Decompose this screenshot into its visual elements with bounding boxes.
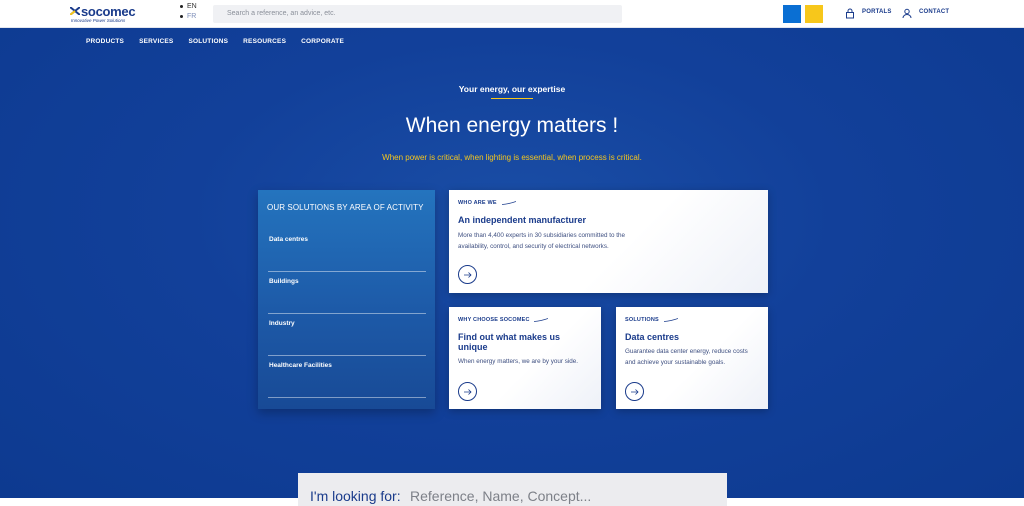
- top-header: socomec Innovative Power Solutions EN FR…: [0, 0, 1024, 28]
- solution-item-label: Healthcare Facilities: [269, 362, 332, 369]
- hero-headline: When energy matters !: [405, 114, 619, 137]
- hero-subline: When power is critical, when lighting is…: [382, 153, 642, 162]
- kicker-underline: [491, 98, 533, 99]
- card-kicker: SOLUTIONS: [625, 317, 678, 323]
- looking-for-label: I'm looking for:: [310, 488, 401, 504]
- nav-solutions[interactable]: SOLUTIONS: [188, 38, 228, 45]
- solutions-panel-title: OUR SOLUTIONS BY AREA OF ACTIVITY: [267, 203, 424, 212]
- solution-item-label: Buildings: [269, 278, 299, 285]
- search-input[interactable]: Search a reference, an advice, etc.: [227, 10, 336, 17]
- search-box[interactable]: Search a reference, an advice, etc.: [213, 5, 622, 23]
- card-title-line: Find out what makes us: [458, 332, 561, 342]
- solution-item-data-centres[interactable]: Data centres: [268, 230, 426, 272]
- lang-fr[interactable]: FR: [180, 12, 197, 22]
- swoosh-icon: [534, 317, 549, 322]
- nav-products[interactable]: PRODUCTS: [86, 38, 124, 45]
- card-description-line: and achieve your sustainable goals.: [625, 359, 726, 366]
- solutions-panel: OUR SOLUTIONS BY AREA OF ACTIVITY Data c…: [258, 190, 435, 409]
- card-title: Find out what makes us unique: [458, 332, 560, 352]
- hero-kicker: Your energy, our expertise: [458, 84, 566, 94]
- arrow-right-button[interactable]: [458, 265, 477, 284]
- card-title: Data centres: [625, 332, 680, 342]
- card-description-line: More than 4,400 experts in 30 subsidiari…: [458, 232, 625, 239]
- card-solutions-data-centres[interactable]: SOLUTIONS Data centres Guarantee data ce…: [616, 307, 768, 409]
- card-who-are-we[interactable]: WHO ARE WE An independent manufacturer M…: [449, 190, 768, 293]
- nav-services[interactable]: SERVICES: [139, 38, 173, 45]
- user-icon: [902, 8, 912, 19]
- card-kicker: WHY CHOOSE SOCOMEC: [458, 317, 549, 323]
- hero-section: PRODUCTS SERVICES SOLUTIONS RESOURCES CO…: [0, 28, 1024, 498]
- nav-corporate[interactable]: CORPORATE: [301, 38, 344, 45]
- card-title-line: unique: [458, 342, 488, 352]
- arrow-right-icon: [464, 389, 472, 395]
- card-title: An independent manufacturer: [458, 215, 587, 225]
- language-switcher: EN FR: [180, 2, 197, 22]
- solution-item-industry[interactable]: Industry: [268, 314, 426, 356]
- solution-item-label: Data centres: [269, 236, 309, 243]
- contact-link[interactable]: CONTACT: [919, 9, 949, 15]
- yellow-square-button[interactable]: [805, 5, 823, 23]
- card-kicker-text: SOLUTIONS: [625, 317, 659, 323]
- card-kicker: WHO ARE WE: [458, 200, 516, 206]
- lang-en[interactable]: EN: [180, 2, 197, 12]
- card-description-line: availability, control, and security of e…: [458, 243, 609, 250]
- brand-tagline: Innovative Power Solutions: [71, 18, 126, 23]
- portals-link[interactable]: PORTALS: [862, 9, 892, 15]
- arrow-right-icon: [464, 272, 472, 278]
- nav-resources[interactable]: RESOURCES: [243, 38, 286, 45]
- brand-name: socomec: [81, 4, 136, 19]
- looking-for-search-bar[interactable]: I'm looking for: Reference, Name, Concep…: [298, 473, 727, 506]
- arrow-right-button[interactable]: [458, 382, 477, 401]
- arrow-right-button[interactable]: [625, 382, 644, 401]
- socomec-logo[interactable]: socomec Innovative Power Solutions: [70, 4, 160, 25]
- arrow-right-icon: [631, 389, 639, 395]
- card-description-line: When energy matters, we are by your side…: [458, 358, 579, 365]
- solution-item-buildings[interactable]: Buildings: [268, 272, 426, 314]
- card-description-line: Guarantee data center energy, reduce cos…: [625, 348, 748, 355]
- card-kicker-text: WHO ARE WE: [458, 200, 497, 206]
- main-navigation: PRODUCTS SERVICES SOLUTIONS RESOURCES CO…: [86, 38, 344, 45]
- swoosh-icon: [663, 317, 678, 322]
- card-why-choose[interactable]: WHY CHOOSE SOCOMEC Find out what makes u…: [449, 307, 601, 409]
- logo-mark-icon: [70, 7, 80, 15]
- blue-square-button[interactable]: [783, 5, 801, 23]
- swoosh-icon: [501, 200, 516, 205]
- lock-icon: [846, 8, 854, 19]
- solution-item-healthcare[interactable]: Healthcare Facilities: [268, 356, 426, 398]
- solution-item-label: Industry: [269, 320, 295, 327]
- looking-for-input[interactable]: Reference, Name, Concept...: [410, 488, 591, 504]
- card-kicker-text: WHY CHOOSE SOCOMEC: [458, 317, 530, 323]
